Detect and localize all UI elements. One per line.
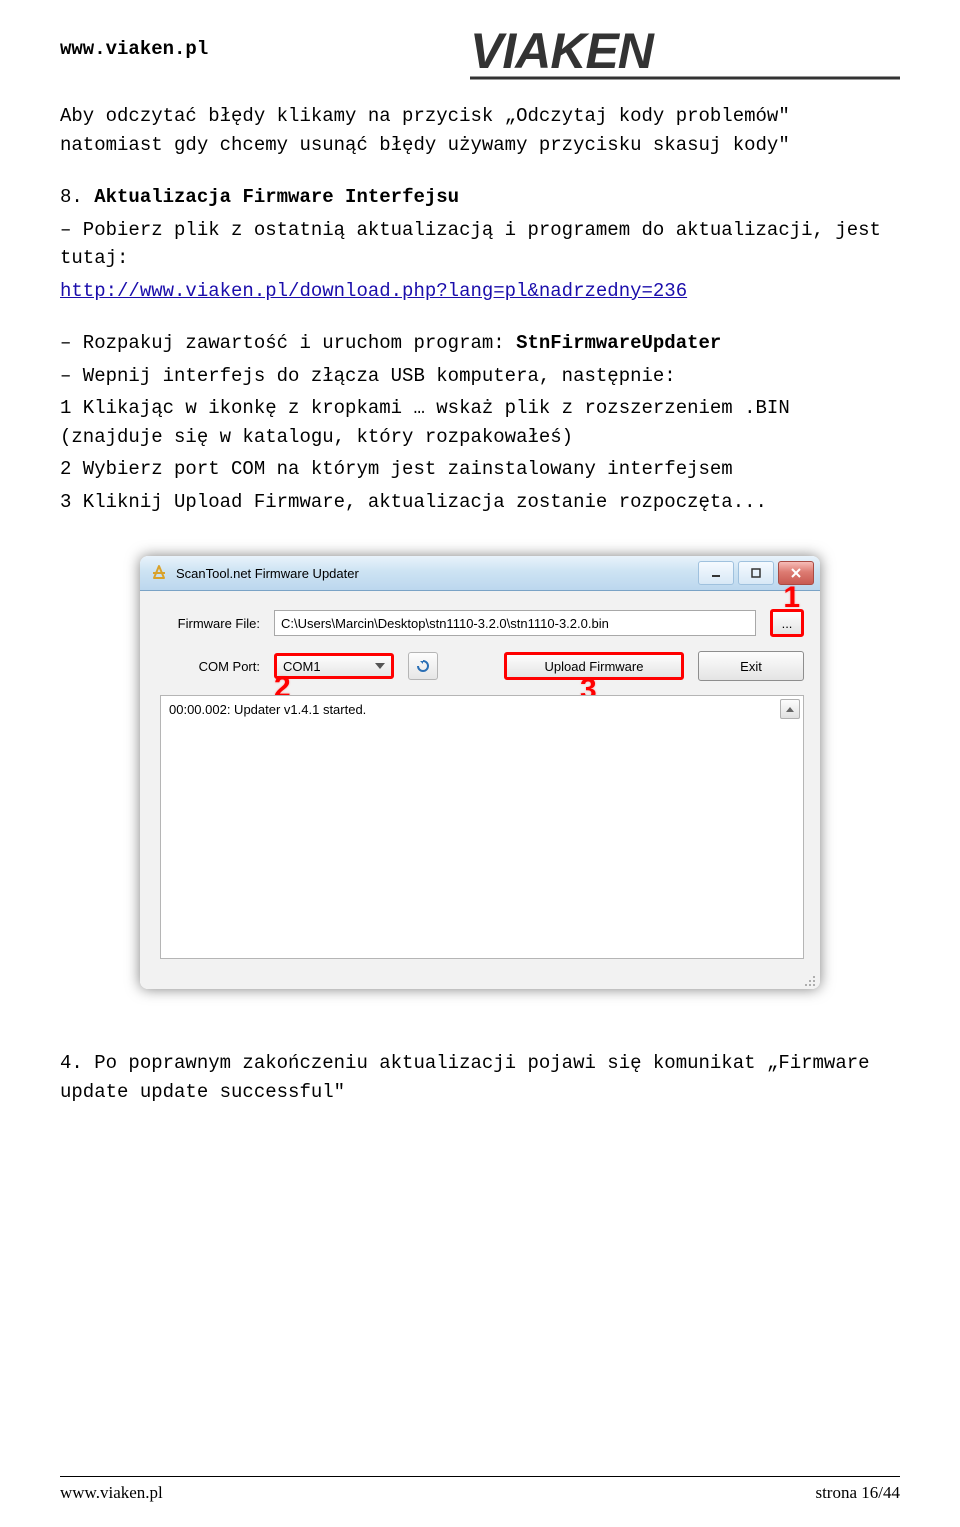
- step-3: 3 Kliknij Upload Firmware, aktualizacja …: [60, 488, 900, 517]
- page-footer: www.viaken.pl strona 16/44: [60, 1483, 900, 1503]
- refresh-button[interactable]: [408, 652, 438, 680]
- paragraph-download: – Pobierz plik z ostatnią aktualizacją i…: [60, 216, 900, 273]
- header-url: www.viaken.pl: [60, 24, 208, 60]
- program-name: StnFirmwareUpdater: [516, 332, 721, 354]
- log-area: 00:00.002: Updater v1.4.1 started.: [160, 695, 804, 959]
- paragraph-intro: Aby odczytać błędy klikamy na przycisk „…: [60, 102, 900, 159]
- maximize-icon: [750, 567, 762, 579]
- footer-right: strona 16/44: [815, 1483, 900, 1503]
- footer-rule: [60, 1476, 900, 1477]
- document-body: Aby odczytać błędy klikamy na przycisk „…: [60, 102, 900, 516]
- close-icon: [790, 567, 802, 579]
- scroll-up-button[interactable]: [780, 699, 800, 719]
- page-header: www.viaken.pl VIAKEN: [60, 24, 900, 84]
- minimize-button[interactable]: [698, 561, 734, 585]
- firmware-file-row: Firmware File: C:\Users\Marcin\Desktop\s…: [160, 609, 804, 637]
- heading-8-num: 8.: [60, 186, 83, 208]
- paragraph-unpack-a: – Rozpakuj zawartość i uruchom program:: [60, 332, 516, 354]
- chevron-down-icon: [375, 663, 385, 669]
- window-title: ScanTool.net Firmware Updater: [176, 566, 359, 581]
- refresh-icon: [415, 658, 431, 674]
- heading-8-title: Aktualizacja Firmware Interfejsu: [94, 186, 459, 208]
- log-line: 00:00.002: Updater v1.4.1 started.: [169, 702, 366, 717]
- callout-1: 1: [783, 581, 800, 615]
- firmware-file-input[interactable]: C:\Users\Marcin\Desktop\stn1110-3.2.0\st…: [274, 610, 756, 636]
- app-window: ScanTool.net Firmware Updater: [140, 556, 820, 989]
- maximize-button[interactable]: [738, 561, 774, 585]
- com-port-label: COM Port:: [160, 659, 260, 674]
- svg-text:VIAKEN: VIAKEN: [470, 24, 655, 79]
- paragraph-connect: – Wepnij interfejs do złącza USB kompute…: [60, 362, 900, 391]
- minimize-icon: [710, 567, 722, 579]
- resize-grip[interactable]: [140, 969, 820, 989]
- viaken-logo: VIAKEN: [470, 24, 900, 84]
- chevron-up-icon: [786, 707, 794, 712]
- app-icon: [150, 564, 168, 582]
- paragraph-unpack: – Rozpakuj zawartość i uruchom program: …: [60, 329, 900, 358]
- titlebar: ScanTool.net Firmware Updater: [140, 556, 820, 591]
- document-page: www.viaken.pl VIAKEN Aby odczytać błędy …: [0, 0, 960, 1527]
- com-port-row: COM Port: COM1 Upload Firmware Exit: [160, 651, 804, 681]
- com-port-select[interactable]: COM1: [274, 653, 394, 679]
- footer-left: www.viaken.pl: [60, 1483, 163, 1503]
- window-body: Firmware File: C:\Users\Marcin\Desktop\s…: [140, 591, 820, 969]
- heading-8: 8. Aktualizacja Firmware Interfejsu: [60, 183, 900, 212]
- exit-button[interactable]: Exit: [698, 651, 804, 681]
- paragraph-after: 4. Po poprawnym zakończeniu aktualizacji…: [60, 1049, 900, 1106]
- step-2: 2 Wybierz port COM na którym jest zainst…: [60, 455, 900, 484]
- resize-grip-icon: [804, 975, 816, 987]
- app-screenshot: ScanTool.net Firmware Updater: [140, 556, 820, 989]
- download-link[interactable]: http://www.viaken.pl/download.php?lang=p…: [60, 280, 687, 302]
- step-1: 1 Klikając w ikonkę z kropkami … wskaż p…: [60, 394, 900, 451]
- firmware-file-label: Firmware File:: [160, 616, 260, 631]
